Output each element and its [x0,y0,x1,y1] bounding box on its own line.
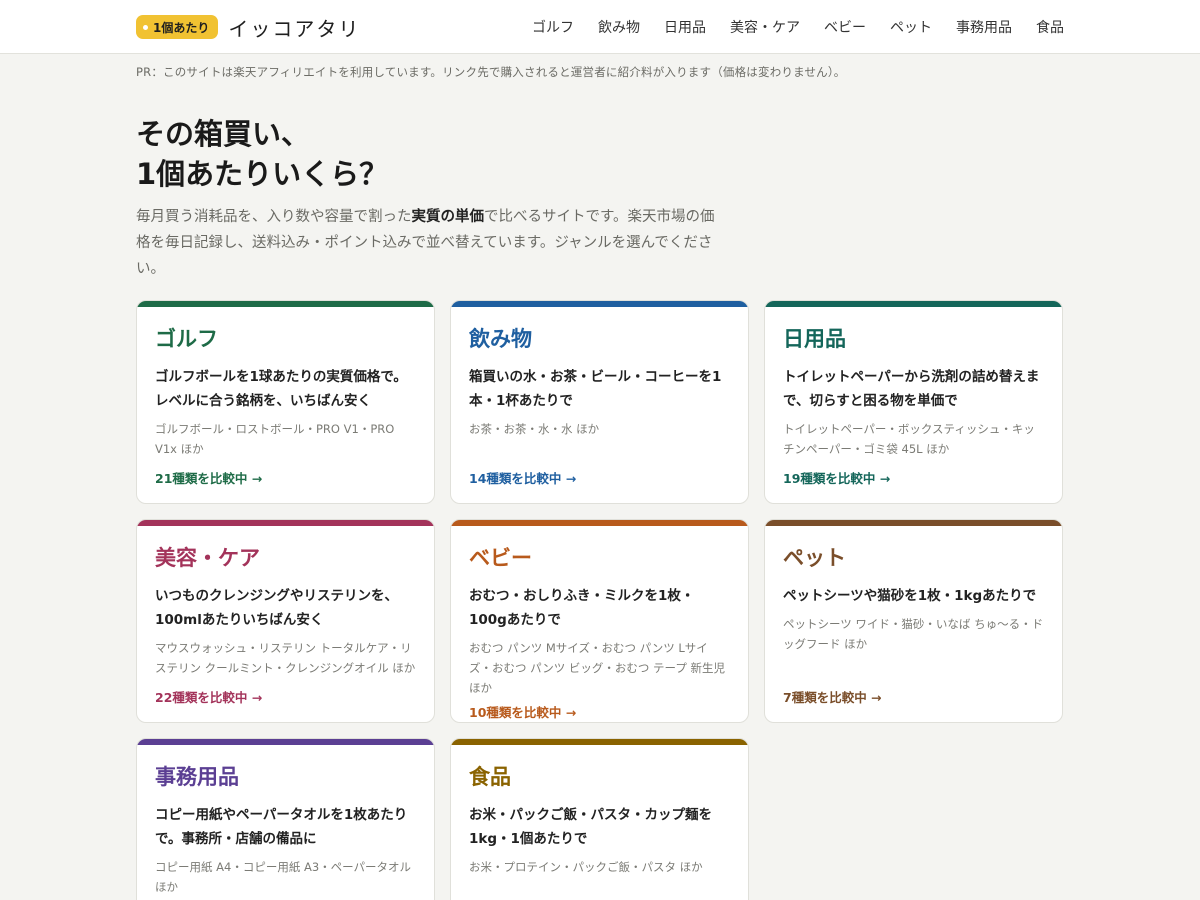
card-lead: いつものクレンジングやリステリンを、100mlあたりいちばん安く [155,588,398,628]
card-items: トイレットペーパー・ボックスティッシュ・キッチンペーパー・ゴミ袋 45L ほか [783,422,1035,456]
nav-food[interactable]: 食品 [1036,17,1064,37]
hero-title: その箱買い、 1個あたりいくら？ [136,114,1064,194]
card-count-link[interactable]: 21種類を比較中 → [155,468,416,487]
card-items: お米・プロテイン・パックご飯・パスタ ほか [469,860,703,874]
category-card-baby[interactable]: ベビー おむつ・おしりふき・ミルクを1枚・100gあたりで おむつ パンツ Mサ… [450,519,749,723]
top-bar: 1個あたり イッコアタリ ゴルフ 飲み物 日用品 美容・ケア ベビー ペット 事… [0,0,1200,54]
pr-disclosure: PR：このサイトは楽天アフィリエイトを利用しています。リンク先で購入されると運営… [136,65,846,79]
card-count-link[interactable]: 7種類を比較中 → [783,687,1044,706]
main-content: PR：このサイトは楽天アフィリエイトを利用しています。リンク先で購入されると運営… [136,64,1064,900]
nav-office-supplies[interactable]: 事務用品 [956,17,1012,37]
category-card-drinks[interactable]: 飲み物 箱買いの水・お茶・ビール・コーヒーを1本・1杯あたりで お茶・お茶・水・… [450,300,749,504]
card-count-link[interactable]: 19種類を比較中 → [783,468,1044,487]
category-card-golf[interactable]: ゴルフ ゴルフボールを1球あたりの実質価格で。レベルに合う銘柄を、いちばん安く … [136,300,435,504]
card-count-link[interactable]: 22種類を比較中 → [155,687,416,706]
card-title: 飲み物 [469,327,532,351]
category-card-pet[interactable]: ペット ペットシーツや猫砂を1枚・1kgあたりで ペットシーツ ワイド・猫砂・い… [764,519,1063,723]
category-card-daily-goods[interactable]: 日用品 トイレットペーパーから洗剤の詰め替えまで、切らすと困る物を単価で トイレ… [764,300,1063,504]
brand-badge-label: 1個あたり [153,20,210,35]
card-title: ペット [783,546,846,570]
card-title: 美容・ケア [155,546,260,570]
card-lead: ペットシーツや猫砂を1枚・1kgあたりで [783,588,1037,604]
card-items: ゴルフボール・ロストボール・PRO V1・PRO V1x ほか [155,422,395,456]
hero-desc-part-1: 毎月買う消耗品を、入り数や容量で割った [136,209,412,225]
card-title: 食品 [469,765,511,789]
category-card-food[interactable]: 食品 お米・パックご飯・パスタ・カップ麺を1kg・1個あたりで お米・プロテイン… [450,738,749,900]
card-lead: ゴルフボールを1球あたりの実質価格で。レベルに合う銘柄を、いちばん安く [155,369,407,409]
card-count-link[interactable]: 14種類を比較中 → [469,468,730,487]
category-card-beauty-care[interactable]: 美容・ケア いつものクレンジングやリステリンを、100mlあたりいちばん安く マ… [136,519,435,723]
hero-desc-emphasis: 実質の単価 [411,209,485,225]
card-items: マウスウォッシュ・リステリン トータルケア・リステリン クールミント・クレンジン… [155,641,416,675]
badge-dot-icon [143,24,148,30]
nav-pet[interactable]: ペット [890,17,932,37]
card-title: 事務用品 [155,765,239,789]
nav-beauty-care[interactable]: 美容・ケア [730,17,800,37]
card-items: ペットシーツ ワイド・猫砂・いなば ちゅ〜る・ドッグフード ほか [783,617,1044,651]
hero-title-line-2: 1個あたりいくら？ [136,157,389,191]
card-items: コピー用紙 A4・コピー用紙 A3・ペーパータオル ほか [155,860,412,894]
card-count-link[interactable]: 10種類を比較中 → [469,702,730,721]
card-title: 日用品 [783,327,846,351]
nav-daily-goods[interactable]: 日用品 [664,17,706,37]
main-nav: ゴルフ 飲み物 日用品 美容・ケア ベビー ペット 事務用品 食品 [532,17,1064,37]
card-lead: お米・パックご飯・パスタ・カップ麺を1kg・1個あたりで [469,807,712,847]
card-items: おむつ パンツ Mサイズ・おむつ パンツ Lサイズ・おむつ パンツ ビッグ・おむ… [469,641,726,695]
card-items: お茶・お茶・水・水 ほか [469,422,600,436]
hero-description: 毎月買う消耗品を、入り数や容量で割った実質の単価で比べるサイトです。楽天市場の価… [136,204,726,282]
card-title: ベビー [469,546,532,570]
site-brand[interactable]: 1個あたり イッコアタリ [136,13,360,42]
hero-title-line-1: その箱買い、 [136,117,311,151]
card-title: ゴルフ [155,327,218,351]
category-card-office-supplies[interactable]: 事務用品 コピー用紙やペーパータオルを1枚あたりで。事務所・店舗の備品に コピー… [136,738,435,900]
brand-badge: 1個あたり [136,15,219,39]
site-name[interactable]: イッコアタリ [228,13,360,42]
card-lead: コピー用紙やペーパータオルを1枚あたりで。事務所・店舗の備品に [155,807,408,847]
card-lead: 箱買いの水・お茶・ビール・コーヒーを1本・1杯あたりで [469,369,722,409]
card-lead: おむつ・おしりふき・ミルクを1枚・100gあたりで [469,588,695,628]
card-lead: トイレットペーパーから洗剤の詰め替えまで、切らすと困る物を単価で [783,369,1040,409]
nav-drinks[interactable]: 飲み物 [598,17,640,37]
category-grid: ゴルフ ゴルフボールを1球あたりの実質価格で。レベルに合う銘柄を、いちばん安く … [136,300,1064,900]
nav-golf[interactable]: ゴルフ [532,17,574,37]
nav-baby[interactable]: ベビー [824,17,866,37]
